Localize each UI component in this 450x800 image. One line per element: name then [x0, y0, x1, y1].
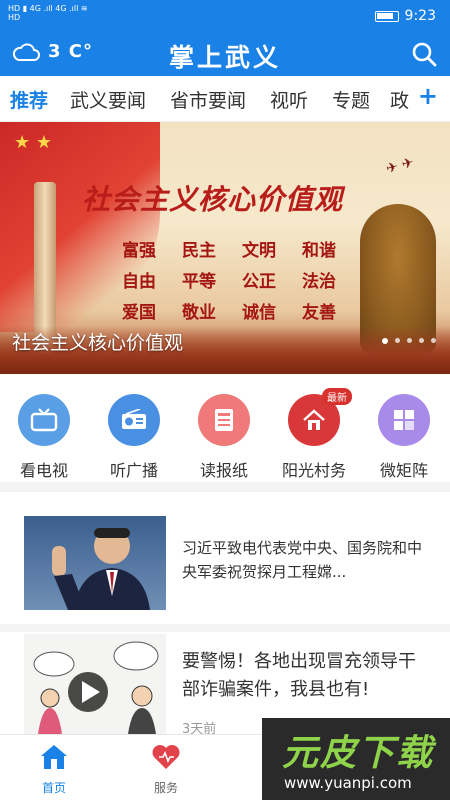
nav-label: 首页 — [41, 781, 66, 795]
banner-value: 民主 — [182, 241, 216, 261]
news-thumbnail — [24, 516, 166, 610]
nav-label: 服务 — [153, 781, 178, 795]
status-right: 9:23 — [374, 8, 436, 24]
tab-wuyi-news[interactable]: 武义要闻 — [70, 86, 146, 113]
section-divider — [0, 482, 450, 492]
quick-link-radio[interactable]: 听广播 — [94, 394, 174, 481]
app-title: 掌上武义 — [168, 43, 281, 72]
banner-values: 富强 民主 文明 和谐 自由 平等 公正 法治 爱国 敬业 诚信 友善 — [122, 236, 356, 323]
person-image — [52, 528, 150, 610]
banner-caption: 社会主义核心价值观 — [12, 332, 184, 354]
quick-link-label: 阳光村务 — [281, 461, 346, 480]
quick-link-label: 看电视 — [19, 461, 68, 480]
app-header: 3 C° 掌上武义 — [0, 34, 450, 76]
watermark: 元皮下载 www.yuanpi.com — [262, 718, 450, 800]
status-time: 9:23 — [404, 8, 436, 24]
banner-value: 平等 — [182, 272, 216, 292]
quick-link-village-affairs[interactable]: 最新 阳光村务 — [274, 388, 354, 481]
news-title: 要警惕！各地出现冒充领导干部诈骗案件，我县也有! — [182, 651, 416, 700]
quick-links: 看电视 听广播 读报纸 最新 阳光村务 微矩阵 — [0, 374, 450, 482]
star-icon: ★ ★ — [14, 132, 52, 153]
banner-value: 敬业 — [182, 303, 216, 323]
search-icon[interactable] — [410, 40, 438, 68]
grid-icon — [378, 394, 430, 446]
carousel-dot[interactable] — [395, 338, 400, 343]
radio-icon — [108, 394, 160, 446]
tv-icon — [18, 394, 70, 446]
section-divider — [0, 624, 450, 632]
news-title: 习近平致电代表党中央、国务院和中央军委祝贺探月工程嫦... — [182, 539, 423, 581]
banner-value: 文明 — [242, 241, 276, 261]
banner-headline: 社会主义核心价值观 — [82, 183, 344, 216]
newspaper-icon — [198, 394, 250, 446]
carousel-dot[interactable] — [407, 338, 412, 343]
banner-value: 友善 — [302, 303, 336, 323]
status-indicators: HD ▮ 4G .ıll 4G .ıll ≋ HD — [8, 4, 88, 22]
quick-link-tv[interactable]: 看电视 — [4, 394, 84, 481]
banner-value: 爱国 — [122, 303, 156, 323]
tab-province-news[interactable]: 省市要闻 — [170, 86, 246, 113]
watermark-url: www.yuanpi.com — [284, 774, 412, 792]
nav-services[interactable]: 服务 — [136, 743, 196, 796]
heart-icon — [152, 745, 180, 769]
quick-link-newspaper[interactable]: 读报纸 — [184, 394, 264, 481]
category-tabs: 推荐 武义要闻 省市要闻 视听 专题 政 + — [0, 76, 450, 122]
banner-value: 自由 — [122, 272, 156, 292]
new-badge: 最新 — [322, 388, 352, 405]
quick-link-label: 听广播 — [109, 461, 158, 480]
quick-link-label: 微矩阵 — [379, 461, 428, 480]
battery-icon — [374, 10, 399, 22]
network-status: HD ▮ 4G .ıll 4G .ıll ≋ — [8, 4, 88, 13]
tab-recommended[interactable]: 推荐 — [10, 86, 48, 113]
swallow-icon: ✈ ✈ — [384, 154, 416, 178]
watermark-title: 元皮下载 — [282, 733, 435, 774]
banner-carousel[interactable]: ★ ★ ✈ ✈ 社会主义核心价值观 富强 民主 文明 和谐 自由 平等 公正 法… — [0, 122, 450, 374]
news-thumbnail — [24, 634, 166, 734]
quick-link-matrix[interactable]: 微矩阵 — [364, 394, 444, 481]
news-item[interactable]: 习近平致电代表党中央、国务院和中央军委祝贺探月工程嫦... — [0, 492, 450, 624]
banner-value: 法治 — [302, 272, 336, 292]
carousel-dots — [382, 338, 436, 344]
home-icon — [41, 745, 67, 769]
cartoon-image — [33, 641, 159, 734]
tab-government[interactable]: 政 — [390, 86, 409, 113]
carousel-dot[interactable] — [431, 338, 436, 343]
tab-topics[interactable]: 专题 — [332, 86, 370, 113]
quick-link-label: 读报纸 — [199, 461, 248, 480]
tab-video[interactable]: 视听 — [270, 86, 308, 113]
status-bar: HD ▮ 4G .ıll 4G .ıll ≋ HD 9:23 — [0, 0, 450, 34]
banner-value: 富强 — [122, 241, 156, 261]
banner-value: 诚信 — [242, 303, 276, 323]
add-tab-button[interactable]: + — [418, 82, 438, 110]
hd-status: HD — [8, 13, 21, 22]
carousel-dot[interactable] — [382, 338, 388, 344]
nav-home[interactable]: 首页 — [24, 743, 84, 796]
carousel-dot[interactable] — [419, 338, 424, 343]
banner-value: 和谐 — [302, 241, 336, 261]
banner-value: 公正 — [242, 272, 276, 292]
